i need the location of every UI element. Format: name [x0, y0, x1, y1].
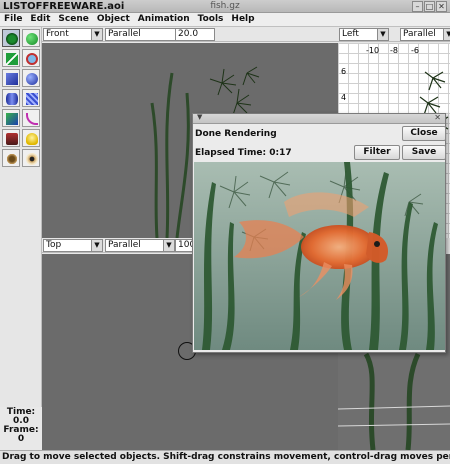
eye-icon [26, 153, 38, 165]
title-bar: LISTOFFREEWARE.aoi fish.gz – □ ✕ [0, 0, 450, 13]
menu-edit[interactable]: Edit [26, 13, 54, 26]
left-view-value: Left [342, 29, 359, 39]
front-view-toolbar: Front ▼ Parallel ▼ 20.0 [42, 27, 338, 42]
move-icon [6, 33, 18, 45]
light-bulb-icon [26, 133, 38, 145]
cube-tool-button[interactable] [2, 69, 20, 87]
texture-tool-button[interactable] [2, 129, 20, 147]
filter-button[interactable]: Filter [354, 145, 400, 160]
top-projection-select[interactable]: Parallel ▼ [105, 239, 175, 252]
menu-help[interactable]: Help [227, 13, 258, 26]
close-window-button[interactable]: ✕ [436, 1, 447, 12]
left-projection-select[interactable]: Parallel ▼ [400, 28, 450, 41]
close-button[interactable]: Close [402, 126, 446, 141]
texture-icon [6, 133, 18, 145]
move-tool-button[interactable] [2, 29, 20, 47]
menu-bar: File Edit Scene Object Animation Tools Help [0, 13, 450, 27]
render-dialog-titlebar: ▼ ✕ [193, 113, 445, 124]
menu-tools[interactable]: Tools [194, 13, 228, 26]
camera-tool-button[interactable] [22, 49, 40, 67]
window-file-name: fish.gz [210, 1, 240, 11]
skeleton-tool-button[interactable] [2, 149, 20, 167]
menu-animation[interactable]: Animation [134, 13, 194, 26]
light-tool-button[interactable] [22, 129, 40, 147]
scale-icon [6, 53, 18, 65]
curve-icon [26, 113, 38, 125]
front-scale-field[interactable]: 20.0 [175, 28, 215, 41]
chevron-down-icon: ▼ [163, 240, 174, 251]
camera-icon [26, 53, 38, 65]
rendered-image [194, 162, 445, 350]
status-bar: Drag to move selected objects. Shift-dra… [0, 450, 450, 464]
save-button[interactable]: Save [402, 145, 446, 160]
curve-tool-button[interactable] [22, 109, 40, 127]
tool-palette [0, 27, 42, 407]
menu-object[interactable]: Object [93, 13, 134, 26]
view-tool-button[interactable] [22, 149, 40, 167]
sphere-icon [26, 73, 38, 85]
elapsed-time: Elapsed Time: 0:17 [195, 148, 292, 158]
front-view-value: Front [46, 29, 69, 39]
cylinder-icon [6, 93, 18, 105]
front-projection-value: Parallel [108, 29, 141, 39]
chevron-down-icon: ▼ [377, 29, 388, 40]
top-projection-value: Parallel [108, 240, 141, 250]
cube-icon [6, 73, 18, 85]
spline-tool-button[interactable] [22, 89, 40, 107]
skeleton-icon [6, 153, 18, 165]
left-projection-value: Parallel [403, 29, 436, 39]
menu-scene[interactable]: Scene [54, 13, 92, 26]
chevron-down-icon: ▼ [91, 240, 102, 251]
maximize-button[interactable]: □ [424, 1, 435, 12]
minimize-button[interactable]: – [412, 1, 423, 12]
polygon-icon [6, 113, 18, 125]
left-view-toolbar: Left ▼ Parallel ▼ [338, 27, 450, 42]
polygon-tool-button[interactable] [2, 109, 20, 127]
chevron-down-icon: ▼ [443, 29, 450, 40]
left-view-select[interactable]: Left ▼ [339, 28, 389, 41]
spline-icon [26, 93, 38, 105]
frame-value: 0 [17, 434, 25, 444]
render-status: Done Rendering [195, 129, 277, 139]
top-view-value: Top [46, 240, 62, 250]
top-view-select[interactable]: Top ▼ [43, 239, 103, 252]
rotate-tool-button[interactable] [22, 29, 40, 47]
rotate-icon [26, 33, 38, 45]
scale-tool-button[interactable] [2, 49, 20, 67]
cylinder-tool-button[interactable] [2, 89, 20, 107]
chevron-down-icon[interactable]: ▼ [197, 113, 202, 121]
time-panel: Time: 0.0 Frame: 0 [0, 408, 42, 450]
menu-file[interactable]: File [0, 13, 26, 26]
front-view-select[interactable]: Front ▼ [43, 28, 103, 41]
render-dialog: ▼ ✕ Done Rendering Close Elapsed Time: 0… [192, 113, 446, 353]
close-icon[interactable]: ✕ [434, 113, 441, 122]
sphere-tool-button[interactable] [22, 69, 40, 87]
rendered-scene [194, 162, 445, 350]
chevron-down-icon: ▼ [91, 29, 102, 40]
